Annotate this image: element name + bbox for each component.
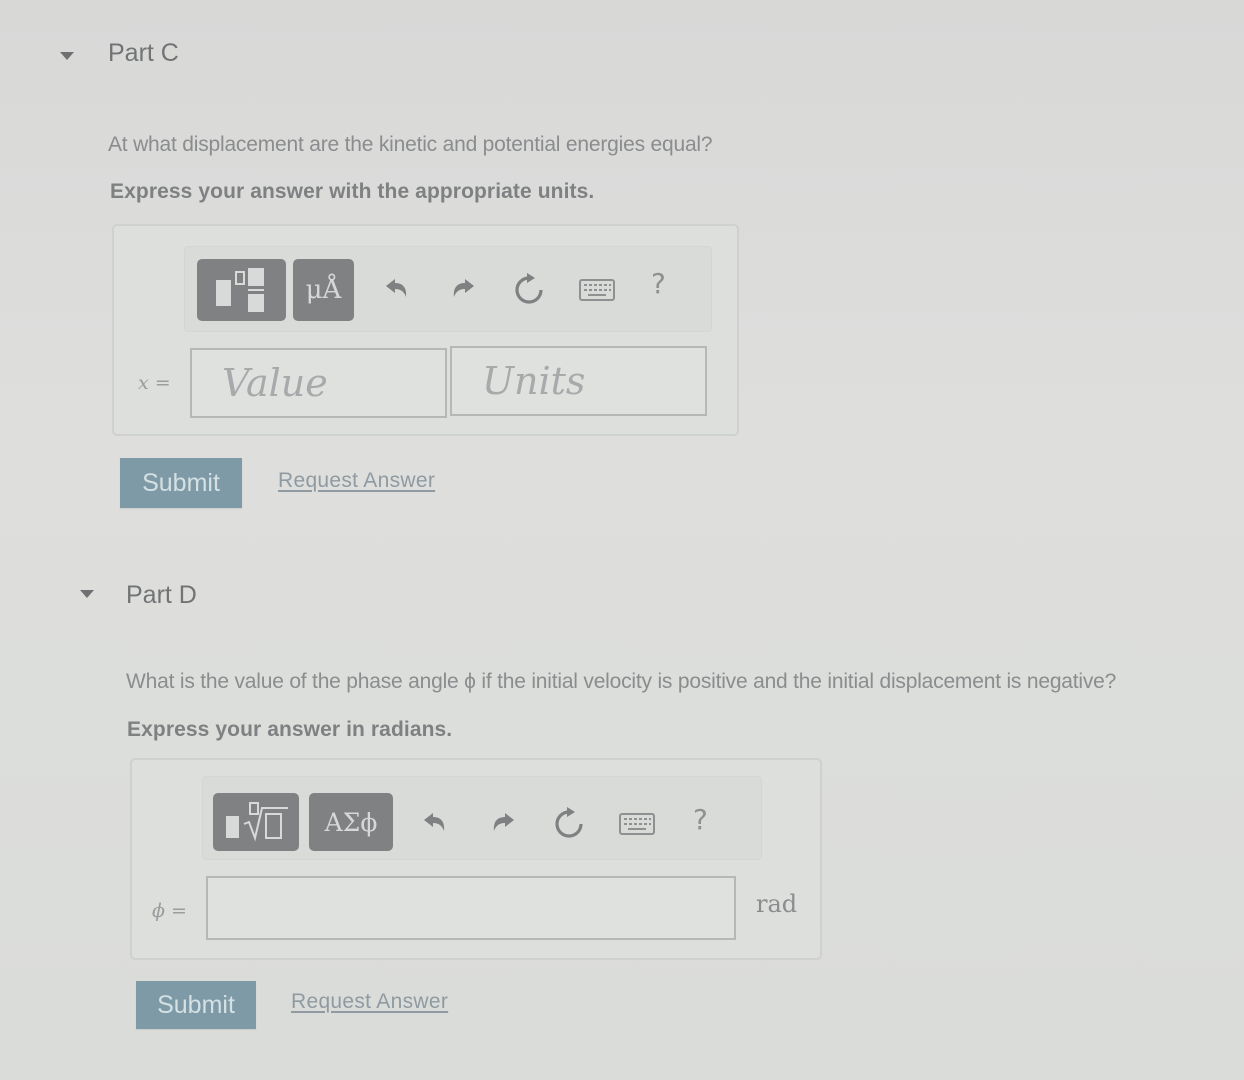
templates-root-button[interactable] (213, 793, 299, 851)
keyboard-icon (619, 813, 655, 835)
templates-root-icon (226, 802, 288, 842)
phase-angle-input[interactable] (206, 876, 736, 940)
units-input[interactable] (450, 346, 707, 416)
undo-icon (424, 813, 445, 831)
collapse-caret-icon[interactable] (80, 590, 94, 598)
part-d-submit-button[interactable]: Submit (136, 981, 256, 1029)
part-d-title[interactable]: Part D (126, 581, 197, 610)
part-d-answer-box: ΑΣϕ ? ϕ = rad (130, 758, 822, 960)
variable-label-phi: ϕ = (152, 900, 187, 922)
greek-symbols-label: ΑΣϕ (324, 807, 378, 837)
undo-icon (386, 279, 407, 297)
reset-icon (555, 807, 583, 838)
greek-symbols-button[interactable]: ΑΣϕ (309, 793, 393, 851)
keyboard-button[interactable] (617, 809, 657, 839)
reset-button[interactable] (511, 271, 547, 307)
reset-icon (515, 273, 543, 304)
undo-button[interactable] (381, 273, 413, 305)
undo-button[interactable] (419, 807, 451, 839)
redo-button[interactable] (487, 807, 519, 839)
reset-button[interactable] (551, 805, 587, 841)
keyboard-icon (579, 279, 615, 301)
units-button[interactable]: μÅ (293, 259, 354, 321)
help-button[interactable]: ? (651, 267, 666, 300)
redo-icon (493, 813, 514, 831)
collapse-caret-icon[interactable] (60, 52, 74, 60)
part-c-answer-box: μÅ ? x = Value Units (112, 224, 739, 436)
redo-button[interactable] (447, 273, 479, 305)
part-d-question: What is the value of the phase angle ϕ i… (126, 670, 1117, 693)
part-c-question: At what displacement are the kinetic and… (108, 133, 713, 156)
help-button[interactable]: ? (693, 803, 708, 836)
templates-icon (215, 268, 264, 312)
value-input[interactable] (190, 348, 447, 418)
part-c-submit-button[interactable]: Submit (120, 458, 242, 508)
unit-label-rad: rad (756, 890, 798, 918)
part-c-instruction: Express your answer with the appropriate… (110, 180, 595, 203)
part-c-title[interactable]: Part C (108, 39, 179, 68)
templates-button[interactable] (197, 259, 286, 321)
part-c-request-answer-link[interactable]: Request Answer (278, 469, 435, 493)
keyboard-button[interactable] (577, 275, 617, 305)
variable-label-x: x = (138, 372, 171, 394)
part-c-toolbar: μÅ ? (184, 246, 712, 332)
redo-icon (453, 279, 474, 297)
part-d-request-answer-link[interactable]: Request Answer (291, 990, 448, 1014)
part-d-instruction: Express your answer in radians. (127, 718, 453, 741)
part-d-toolbar: ΑΣϕ ? (202, 776, 762, 860)
units-button-label: μÅ (305, 275, 342, 305)
